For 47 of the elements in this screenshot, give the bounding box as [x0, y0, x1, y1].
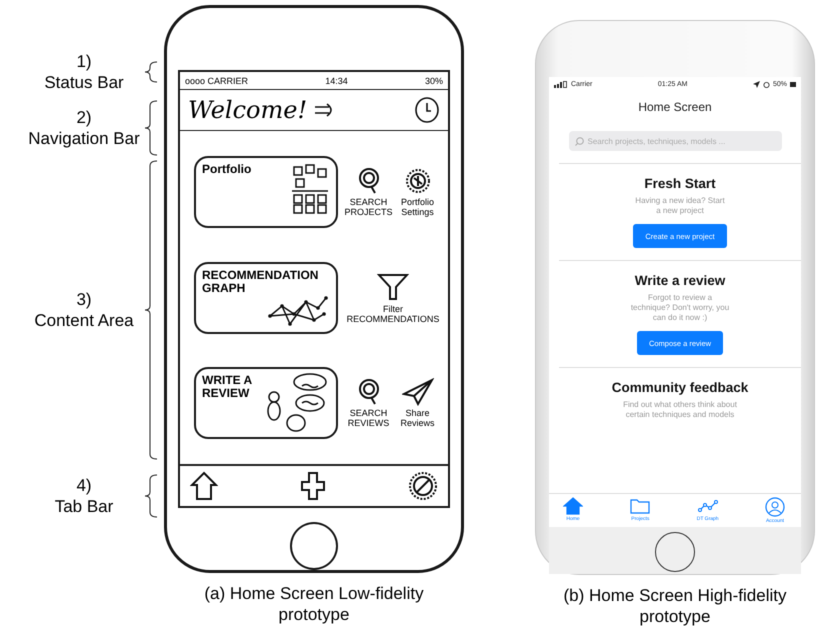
- location-arrow-icon: [752, 80, 760, 88]
- network-drawing: [268, 294, 328, 328]
- curly-bracket: [144, 100, 158, 156]
- figure-caption: (a) Home Screen Low-fidelity prototype: [203, 583, 425, 625]
- card-title: Portfolio: [202, 162, 252, 176]
- battery-icon: [790, 80, 796, 88]
- section-title: Community feedback: [612, 380, 748, 395]
- annotation-label: 4) Tab Bar: [54, 475, 114, 517]
- alarm-icon: [762, 80, 770, 88]
- sketch-card[interactable]: RECOMMENDATION GRAPH: [194, 262, 338, 334]
- section-description: Find out what others think about certain techniques and models: [622, 400, 738, 420]
- section-title: Fresh Start: [644, 176, 716, 191]
- home-icon[interactable]: [190, 471, 218, 502]
- search-icon: [574, 136, 584, 146]
- action-label: SEARCH REVIEWS: [346, 408, 390, 428]
- home-button[interactable]: [290, 522, 338, 570]
- search-icon[interactable]: [356, 378, 380, 406]
- sketch-card[interactable]: WRITE A REVIEW: [194, 367, 338, 440]
- tile-grid-drawing: [290, 162, 330, 215]
- carrier-text: oooo CARRIER: [185, 76, 248, 86]
- action-label: Share Reviews: [399, 408, 436, 428]
- annotation-label: 1) Status Bar: [43, 51, 125, 93]
- clock-icon[interactable]: [414, 96, 440, 124]
- annotation-label: 2) Navigation Bar: [27, 107, 141, 149]
- time-text: 14:34: [325, 76, 348, 86]
- action-label: Filter RECOMMENDATIONS: [346, 304, 440, 324]
- action-label: SEARCH PROJECTS: [344, 196, 392, 217]
- paper-plane-icon[interactable]: [402, 378, 434, 406]
- curly-bracket: [144, 61, 158, 83]
- home-button[interactable]: [655, 532, 695, 572]
- annotation-label: 3) Content Area: [33, 289, 135, 331]
- section-description: Having a new idea? Start a new project: [634, 196, 726, 216]
- filter-icon[interactable]: [377, 272, 409, 302]
- plus-icon[interactable]: [300, 471, 326, 502]
- signal-icon: [554, 80, 568, 88]
- card-title: RECOMMENDATION GRAPH: [202, 268, 320, 295]
- card-title: WRITE A REVIEW: [202, 374, 252, 400]
- battery-text: 30%: [424, 76, 443, 86]
- action-label: Portfolio Settings: [400, 196, 436, 217]
- sketch-card[interactable]: Portfolio: [194, 156, 338, 228]
- search-icon[interactable]: [356, 166, 380, 195]
- section-description: Forgot to review a technique? Don't worry, you can do it now :): [630, 293, 730, 323]
- figure-caption: (b) Home Screen High-fidelity prototype: [562, 585, 788, 627]
- screen-title: Home Screen: [637, 100, 713, 114]
- curly-bracket: [144, 474, 158, 518]
- section-title: Write a review: [634, 273, 726, 288]
- welcome-title: Welcome!: [188, 96, 308, 124]
